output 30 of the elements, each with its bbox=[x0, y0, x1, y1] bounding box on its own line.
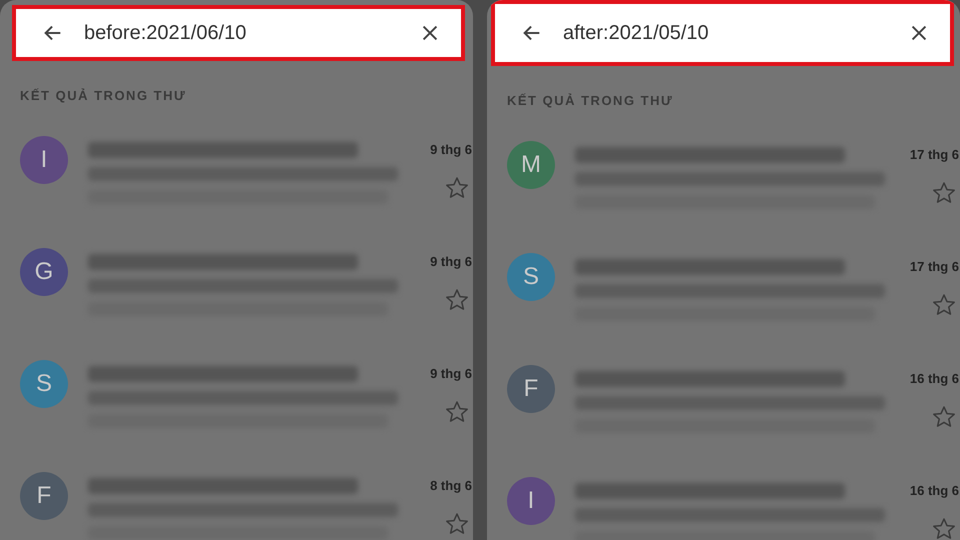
star-icon[interactable] bbox=[444, 287, 470, 313]
star-icon[interactable] bbox=[931, 180, 957, 206]
email-date: 9 thg 6 bbox=[430, 252, 472, 271]
search-bar[interactable]: before:2021/06/10 bbox=[12, 5, 465, 61]
email-date: 17 thg 6 bbox=[910, 146, 959, 164]
avatar: I bbox=[20, 136, 68, 184]
email-date: 9 thg 6 bbox=[430, 140, 472, 159]
star-icon[interactable] bbox=[444, 175, 470, 201]
avatar: G bbox=[20, 248, 68, 296]
search-query: after:2021/05/10 bbox=[563, 21, 710, 46]
section-title: KẾT QUẢ TRONG THƯ bbox=[507, 92, 674, 110]
avatar: F bbox=[20, 472, 68, 520]
search-query: before:2021/06/10 bbox=[84, 21, 248, 46]
section-title: KẾT QUẢ TRONG THƯ bbox=[20, 87, 188, 105]
star-icon[interactable] bbox=[444, 511, 470, 537]
avatar: S bbox=[507, 252, 555, 300]
avatar: F bbox=[507, 364, 555, 412]
search-bar[interactable]: after:2021/05/10 bbox=[491, 0, 954, 66]
avatar: M bbox=[507, 140, 555, 188]
star-icon[interactable] bbox=[931, 404, 957, 430]
star-icon[interactable] bbox=[444, 399, 470, 425]
star-icon[interactable] bbox=[931, 516, 957, 540]
email-date: 9 thg 6 bbox=[430, 364, 472, 383]
email-date: 16 thg 6 bbox=[910, 370, 959, 388]
email-date: 17 thg 6 bbox=[910, 258, 959, 276]
email-date: 8 thg 6 bbox=[430, 476, 472, 495]
avatar: I bbox=[507, 476, 555, 524]
avatar: S bbox=[20, 360, 68, 408]
star-icon[interactable] bbox=[931, 292, 957, 318]
email-date: 16 thg 6 bbox=[910, 482, 959, 500]
